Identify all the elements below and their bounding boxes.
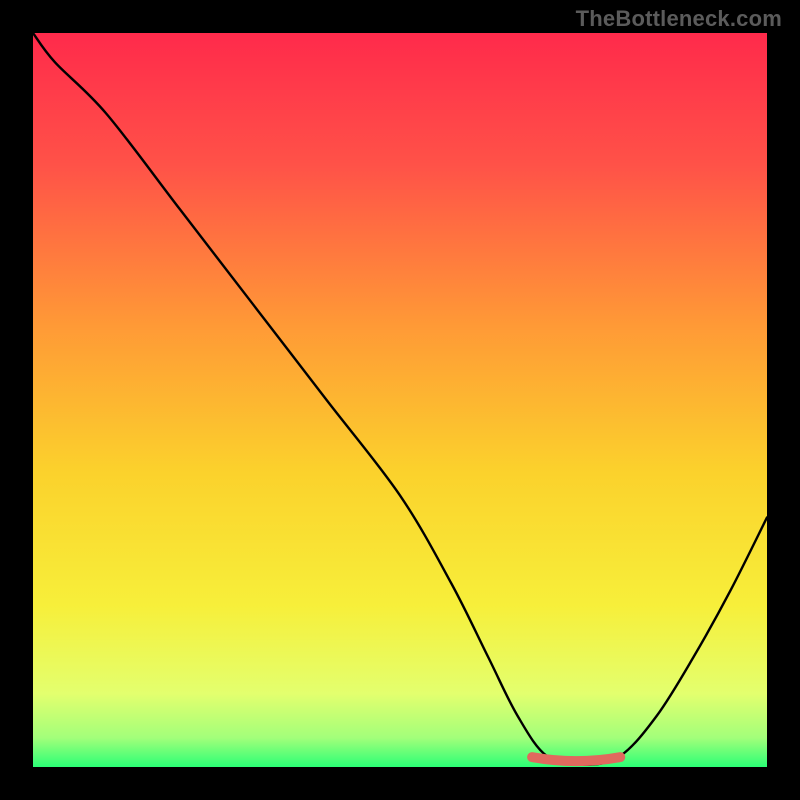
chart-frame: TheBottleneck.com [0,0,800,800]
optimal-range-highlight [532,757,620,761]
chart-plot-area [33,33,767,767]
gradient-background [33,33,767,767]
watermark-text: TheBottleneck.com [576,6,782,32]
chart-svg [33,33,767,767]
